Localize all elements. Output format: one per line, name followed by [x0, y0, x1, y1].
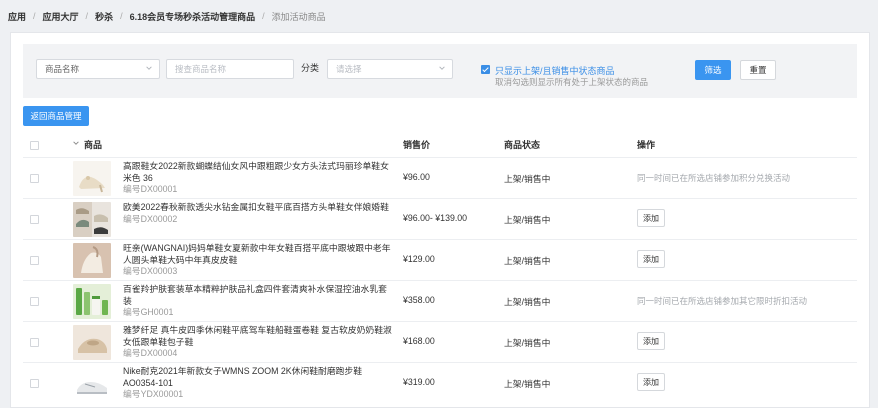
product-price: ¥319.00 [403, 377, 435, 387]
chevron-down-icon [145, 64, 153, 72]
reset-button[interactable]: 重置 [740, 60, 776, 80]
table-row: Nike耐克2021年新款女子WMNS ZOOM 2K休闲鞋耐磨跑步鞋AO035… [23, 362, 857, 403]
product-name-cell: 旺亲(WANGNAI)妈妈单鞋女夏新款中年女鞋百搭平底中跟坡跟中老年人圆头单鞋大… [123, 243, 393, 278]
table-row: 旺亲(WANGNAI)妈妈单鞋女夏新款中年女鞋百搭平底中跟坡跟中老年人圆头单鞋大… [23, 239, 857, 280]
product-code: 编号DX00004 [123, 348, 178, 358]
search-field-select-value: 商品名称 [45, 64, 80, 74]
shoe-collage-icon [73, 202, 111, 237]
row-checkbox[interactable] [30, 338, 39, 347]
shoe-cream-icon [73, 243, 111, 278]
product-status: 上架/销售中 [504, 297, 551, 307]
product-name-cell: 欧美2022春秋新款透尖水钻金属扣女鞋平底百搭方头单鞋女伴娘婚鞋 编号DX000… [123, 202, 393, 225]
table-row: 高跟鞋女2022新款蝴蝶结仙女风中跟粗跟少女方头法式玛丽珍单鞋女 米色 36 编… [23, 157, 857, 198]
row-checkbox[interactable] [30, 297, 39, 306]
row-checkbox[interactable] [30, 379, 39, 388]
shoe-beige2-icon [73, 325, 111, 360]
search-field-select[interactable]: 商品名称 [36, 59, 160, 79]
product-price: ¥96.00 [403, 172, 430, 182]
chevron-down-icon[interactable] [72, 139, 80, 147]
product-price: ¥358.00 [403, 295, 435, 305]
product-name-cell: Nike耐克2021年新款女子WMNS ZOOM 2K休闲鞋耐磨跑步鞋AO035… [123, 366, 393, 401]
product-code: 编号DX00003 [123, 266, 178, 276]
table-row: 雅梦纤足 真牛皮四季休闲鞋平底驾车鞋船鞋蛋卷鞋 复古软皮奶奶鞋淑女低跟单鞋包子鞋… [23, 321, 857, 362]
product-status: 上架/销售中 [504, 256, 551, 266]
product-name: 百雀羚护肤套装草本精粹护肤品礼盒四件套清爽补水保湿控油水乳套装 [123, 284, 387, 306]
product-code: 编号GH0001 [123, 307, 174, 317]
breadcrumb-separator: / [262, 11, 265, 21]
product-status: 上架/销售中 [504, 338, 551, 348]
category-select[interactable]: 请选择 [327, 59, 453, 79]
add-button[interactable]: 添加 [637, 209, 665, 227]
product-table: 商品 销售价 商品状态 操作 高跟鞋女2022新款蝴蝶结仙女风中跟粗跟少女方头法… [23, 133, 857, 403]
product-price: ¥168.00 [403, 336, 435, 346]
skincare-set-icon [73, 284, 111, 319]
add-button[interactable]: 添加 [637, 250, 665, 268]
column-product: 商品 [84, 140, 103, 150]
product-name: Nike耐克2021年新款女子WMNS ZOOM 2K休闲鞋耐磨跑步鞋AO035… [123, 366, 363, 388]
breadcrumb-separator: / [120, 11, 123, 21]
action-note: 同一时间已在所选店铺参加其它限时折扣活动 [637, 296, 808, 306]
product-code: 编号DX00001 [123, 184, 178, 194]
breadcrumb-item-app-hall[interactable]: 应用大厅 [43, 10, 79, 23]
breadcrumb-item-apps[interactable]: 应用 [8, 10, 26, 23]
product-code: 编号YDX00001 [123, 389, 184, 399]
product-name: 欧美2022春秋新款透尖水钻金属扣女鞋平底百搭方头单鞋女伴娘婚鞋 [123, 202, 389, 212]
sneaker-icon [73, 366, 111, 401]
main-panel: 商品名称 分类 请选择 只显示上架/且销售中状态商品 取消勾选则显示所有处于上架… [10, 32, 870, 408]
product-name: 雅梦纤足 真牛皮四季休闲鞋平底驾车鞋船鞋蛋卷鞋 复古软皮奶奶鞋淑女低跟单鞋包子鞋 [123, 325, 392, 347]
add-button[interactable]: 添加 [637, 373, 665, 391]
only-onsale-checkbox[interactable] [481, 65, 490, 74]
chevron-down-icon [438, 64, 446, 72]
filter-button[interactable]: 筛选 [695, 60, 731, 80]
table-row: 百雀羚护肤套装草本精粹护肤品礼盒四件套清爽补水保湿控油水乳套装 编号GH0001… [23, 280, 857, 321]
row-checkbox[interactable] [30, 256, 39, 265]
product-name: 高跟鞋女2022新款蝴蝶结仙女风中跟粗跟少女方头法式玛丽珍单鞋女 米色 36 [123, 161, 389, 183]
breadcrumb-item-activity[interactable]: 6.18会员专场秒杀活动管理商品 [130, 10, 256, 23]
product-name-cell: 高跟鞋女2022新款蝴蝶结仙女风中跟粗跟少女方头法式玛丽珍单鞋女 米色 36 编… [123, 161, 393, 196]
breadcrumb-separator: / [33, 11, 36, 21]
product-price: ¥96.00- ¥139.00 [403, 213, 468, 223]
product-status: 上架/销售中 [504, 215, 551, 225]
search-input-field[interactable] [175, 64, 285, 74]
row-checkbox[interactable] [30, 174, 39, 183]
column-action: 操作 [637, 140, 656, 150]
column-price: 销售价 [403, 140, 431, 150]
product-code: 编号DX00002 [123, 213, 178, 224]
only-onsale-hint: 取消勾选则显示所有处于上架状态的商品 [495, 77, 649, 87]
product-name-cell: 雅梦纤足 真牛皮四季休闲鞋平底驾车鞋船鞋蛋卷鞋 复古软皮奶奶鞋淑女低跟单鞋包子鞋… [123, 325, 393, 360]
product-name: 旺亲(WANGNAI)妈妈单鞋女夏新款中年女鞋百搭平底中跟坡跟中老年人圆头单鞋大… [123, 243, 391, 265]
product-status: 上架/销售中 [504, 174, 551, 184]
category-label: 分类 [301, 63, 320, 73]
table-header: 商品 销售价 商品状态 操作 [23, 133, 857, 157]
product-name-cell: 百雀羚护肤套装草本精粹护肤品礼盒四件套清爽补水保湿控油水乳套装 编号GH0001 [123, 284, 393, 319]
breadcrumb: 应用 / 应用大厅 / 秒杀 / 6.18会员专场秒杀活动管理商品 / 添加活动… [8, 8, 326, 24]
select-all-checkbox[interactable] [30, 141, 39, 150]
add-button[interactable]: 添加 [637, 332, 665, 350]
product-status: 上架/销售中 [504, 379, 551, 389]
column-status: 商品状态 [504, 140, 541, 150]
product-price: ¥129.00 [403, 254, 435, 264]
breadcrumb-item-current: 添加活动商品 [271, 11, 326, 22]
filter-bar: 商品名称 分类 请选择 只显示上架/且销售中状态商品 取消勾选则显示所有处于上架… [23, 44, 857, 98]
search-input[interactable] [166, 59, 294, 79]
table-row: 欧美2022春秋新款透尖水钻金属扣女鞋平底百搭方头单鞋女伴娘婚鞋 编号DX000… [23, 198, 857, 239]
breadcrumb-separator: / [85, 11, 89, 21]
category-select-placeholder: 请选择 [336, 64, 362, 74]
action-note: 同一时间已在所选店铺参加积分兑换活动 [637, 173, 791, 183]
back-to-products-button[interactable]: 返回商品管理 [23, 106, 89, 126]
row-checkbox[interactable] [30, 215, 39, 224]
shoe-beige-icon [73, 161, 111, 196]
breadcrumb-item-flash-sale[interactable]: 秒杀 [95, 10, 113, 23]
